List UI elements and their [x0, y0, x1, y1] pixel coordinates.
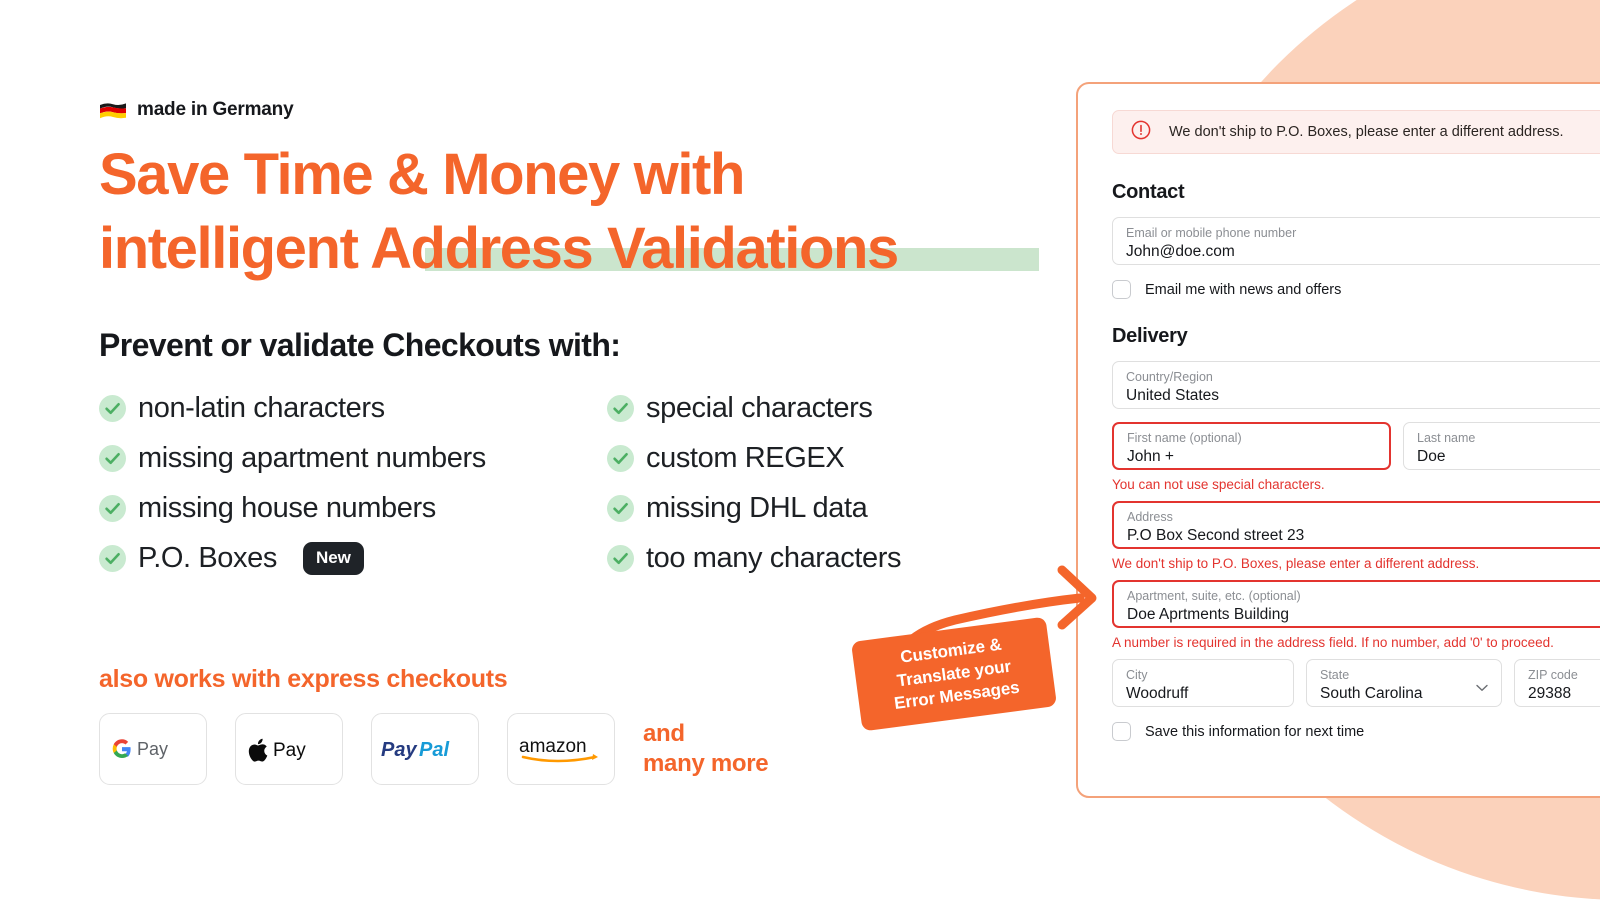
made-in-germany-badge: made in Germany: [99, 99, 294, 121]
city-field[interactable]: City Woodruff: [1112, 659, 1294, 707]
state-field-label: State: [1320, 668, 1350, 683]
email-field[interactable]: Email or mobile phone number John@doe.co…: [1112, 217, 1600, 265]
check-circle-icon: [99, 495, 126, 522]
status-badge: New: [302, 542, 364, 575]
svg-text:Pay: Pay: [381, 739, 417, 761]
feature-label: P.O. Boxes: [138, 542, 277, 574]
list-item: missing DHL data: [607, 488, 901, 529]
delivery-section-title: Delivery: [1112, 325, 1188, 347]
country-field[interactable]: Country/Region United States: [1112, 361, 1600, 409]
country-field-label: Country/Region: [1126, 370, 1213, 385]
city-field-label: City: [1126, 668, 1148, 683]
made-in-germany-label: made in Germany: [137, 99, 294, 120]
last-name-field[interactable]: Last name Doe: [1403, 422, 1600, 470]
error-circle-icon: [1131, 120, 1151, 145]
newsletter-checkbox-row[interactable]: Email me with news and offers: [1112, 280, 1600, 299]
apartment-field-value: Doe Aprtments Building: [1127, 605, 1289, 623]
address-field-value: P.O Box Second street 23: [1127, 526, 1305, 544]
svg-text:Pay: Pay: [137, 739, 168, 759]
apartment-field[interactable]: Apartment, suite, etc. (optional) Doe Ap…: [1112, 580, 1600, 628]
paypal-logo: Pay Pal: [371, 713, 479, 785]
feature-label: special characters: [646, 392, 873, 424]
apartment-error: A number is required in the address fiel…: [1112, 635, 1554, 650]
first-name-error: You can not use special characters.: [1112, 477, 1325, 492]
list-item: too many characters: [607, 538, 902, 579]
last-name-field-label: Last name: [1417, 431, 1476, 446]
zip-field-value: 29388: [1528, 684, 1572, 702]
check-circle-icon: [99, 545, 126, 572]
marketing-column: made in Germany Save Time & Money with i…: [0, 0, 1070, 900]
feature-label: custom REGEX: [646, 442, 845, 474]
list-item: missing house numbers: [99, 488, 607, 529]
address-field[interactable]: Address P.O Box Second street 23: [1112, 501, 1600, 549]
check-circle-icon: [607, 445, 634, 472]
feature-list: non-latin characters special characters …: [99, 388, 902, 579]
and-many-more-line-1: and: [643, 720, 685, 747]
po-box-alert: We don't ship to P.O. Boxes, please ente…: [1112, 110, 1600, 154]
newsletter-checkbox[interactable]: [1112, 280, 1131, 299]
payment-logos: Pay Pay Pay Pal amazon and many more: [99, 713, 769, 785]
page-root: made in Germany Save Time & Money with i…: [0, 0, 1600, 900]
check-circle-icon: [99, 395, 126, 422]
feature-label: missing house numbers: [138, 492, 436, 524]
check-circle-icon: [607, 395, 634, 422]
headline-line-2-highlight: Address Validations: [370, 215, 899, 281]
first-name-field[interactable]: First name (optional) John +: [1112, 422, 1391, 470]
apartment-field-label: Apartment, suite, etc. (optional): [1127, 589, 1301, 604]
and-many-more-line-2: many more: [643, 750, 769, 778]
zip-field-label: ZIP code: [1528, 668, 1578, 683]
save-info-checkbox-row[interactable]: Save this information for next time: [1112, 722, 1600, 741]
apple-pay-logo: Pay: [235, 713, 343, 785]
state-field[interactable]: State South Carolina: [1306, 659, 1502, 707]
name-row: First name (optional) John + Last name D…: [1112, 422, 1600, 470]
list-item: P.O. Boxes New: [99, 538, 607, 579]
svg-text:amazon: amazon: [519, 736, 587, 757]
svg-text:Pal: Pal: [419, 739, 449, 761]
save-info-checkbox-label: Save this information for next time: [1145, 723, 1365, 740]
check-circle-icon: [607, 545, 634, 572]
german-flag-icon: [99, 100, 127, 121]
newsletter-checkbox-label: Email me with news and offers: [1145, 281, 1342, 298]
list-item: non-latin characters: [99, 388, 607, 429]
page-title: Save Time & Money with intelligent Addre…: [99, 138, 1059, 285]
and-many-more-text: and many more: [643, 719, 769, 780]
country-field-value: United States: [1126, 386, 1220, 404]
contact-section-title: Contact: [1112, 181, 1185, 203]
feature-label: missing DHL data: [646, 492, 868, 524]
feature-label: missing apartment numbers: [138, 442, 486, 474]
city-state-zip-row: City Woodruff State South Carolina ZIP c…: [1112, 659, 1600, 707]
city-field-value: Woodruff: [1126, 684, 1189, 702]
zip-field[interactable]: ZIP code 29388: [1514, 659, 1600, 707]
checkout-form-panel: We don't ship to P.O. Boxes, please ente…: [1076, 82, 1600, 798]
amazon-logo: amazon: [507, 713, 615, 785]
last-name-field-value: Doe: [1417, 447, 1446, 465]
address-field-label: Address: [1127, 510, 1173, 525]
save-info-checkbox[interactable]: [1112, 722, 1131, 741]
express-checkouts-label: also works with express checkouts: [99, 665, 508, 693]
email-field-label: Email or mobile phone number: [1126, 226, 1297, 241]
subheadline: Prevent or validate Checkouts with:: [99, 327, 621, 363]
check-circle-icon: [607, 495, 634, 522]
callout-text: Customize & Translate your Error Message…: [879, 631, 1029, 716]
alert-message: We don't ship to P.O. Boxes, please ente…: [1169, 124, 1564, 140]
feature-label: too many characters: [646, 542, 902, 574]
check-circle-icon: [99, 445, 126, 472]
feature-label: non-latin characters: [138, 392, 385, 424]
google-pay-logo: Pay: [99, 713, 207, 785]
list-item: custom REGEX: [607, 438, 901, 479]
list-item: missing apartment numbers: [99, 438, 607, 479]
list-item: special characters: [607, 388, 901, 429]
address-error: We don't ship to P.O. Boxes, please ente…: [1112, 556, 1480, 571]
svg-text:Pay: Pay: [273, 740, 306, 761]
email-field-value: John@doe.com: [1126, 242, 1235, 260]
headline-line-1: Save Time & Money with: [99, 142, 745, 207]
chevron-down-icon[interactable]: [1476, 679, 1488, 691]
first-name-field-value: John +: [1127, 447, 1174, 465]
state-field-value: South Carolina: [1320, 684, 1423, 702]
headline-line-2-plain: intelligent: [99, 215, 371, 281]
first-name-field-label: First name (optional): [1127, 431, 1242, 446]
